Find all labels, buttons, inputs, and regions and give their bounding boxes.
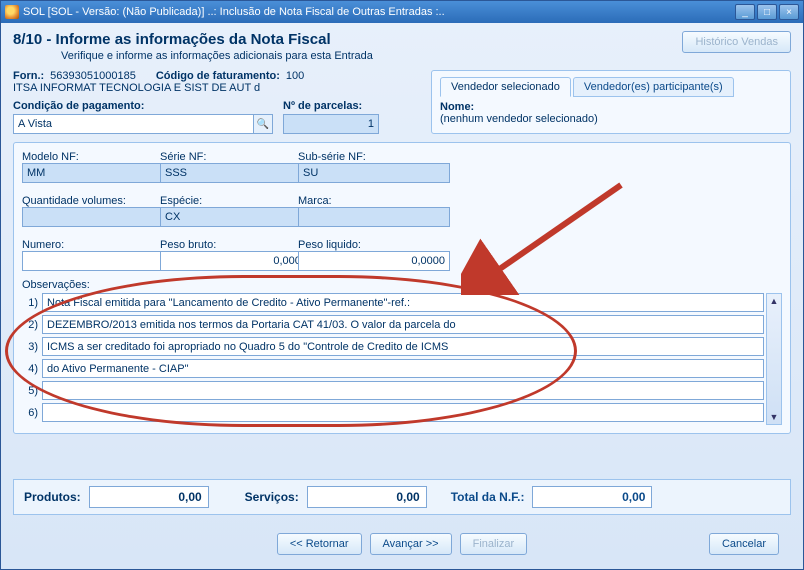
- cancelar-button[interactable]: Cancelar: [709, 533, 779, 555]
- serie-input: [160, 163, 312, 183]
- numero-label: Numero:: [22, 239, 64, 251]
- forn-value: 56393051000185: [50, 70, 136, 82]
- especie-input: [160, 207, 312, 227]
- totals-bar: Produtos: 0,00 Serviços: 0,00 Total da N…: [13, 479, 791, 515]
- qtdvol-label: Quantidade volumes:: [22, 195, 126, 207]
- app-icon: [5, 5, 19, 19]
- scroll-down-icon[interactable]: ▼: [770, 410, 779, 424]
- forn-label: Forn.:: [13, 70, 44, 82]
- obs-scrollbar[interactable]: ▲ ▼: [766, 293, 782, 425]
- obs-input-6[interactable]: [42, 403, 764, 422]
- obs-input-2[interactable]: [42, 315, 764, 334]
- scroll-up-icon[interactable]: ▲: [770, 294, 779, 308]
- finalizar-button[interactable]: Finalizar: [460, 533, 528, 555]
- obs-num-1: 1): [22, 297, 38, 309]
- vendor-nome-value: (nenhum vendedor selecionado): [440, 113, 598, 125]
- pesol-input[interactable]: [298, 251, 450, 271]
- nf-fields-panel: Modelo NF: Série NF: Sub-série NF: Quant…: [13, 142, 791, 434]
- servicos-value: 0,00: [307, 486, 427, 508]
- produtos-value: 0,00: [89, 486, 209, 508]
- obs-input-5[interactable]: [42, 381, 764, 400]
- cond-lookup-button[interactable]: 🔍: [253, 114, 273, 134]
- marca-input: [298, 207, 450, 227]
- codfat-value: 100: [286, 70, 304, 82]
- pesol-label: Peso liquido:: [298, 239, 361, 251]
- tab-vendedor-selecionado[interactable]: Vendedor selecionado: [440, 77, 571, 97]
- pesob-input[interactable]: [160, 251, 312, 271]
- tab-vendedores-participantes[interactable]: Vendedor(es) participante(s): [573, 77, 734, 97]
- window-title: SOL [SOL - Versão: (Não Publicada)] ..: …: [23, 6, 735, 18]
- content-area: 8/10 - Informe as informações da Nota Fi…: [1, 23, 803, 523]
- numero-input[interactable]: [22, 251, 174, 271]
- serie-label: Série NF:: [160, 151, 206, 163]
- minimize-button[interactable]: _: [735, 4, 755, 20]
- modelo-input: [22, 163, 174, 183]
- especie-label: Espécie:: [160, 195, 202, 207]
- page-title: 8/10 - Informe as informações da Nota Fi…: [13, 31, 670, 48]
- modelo-label: Modelo NF:: [22, 151, 79, 163]
- pesob-label: Peso bruto:: [160, 239, 216, 251]
- close-button[interactable]: ×: [779, 4, 799, 20]
- produtos-label: Produtos:: [24, 490, 81, 504]
- obs-input-3[interactable]: [42, 337, 764, 356]
- parc-label: Nº de parcelas:: [283, 100, 379, 112]
- marca-label: Marca:: [298, 195, 332, 207]
- obs-input-1[interactable]: [42, 293, 764, 312]
- historico-vendas-button[interactable]: Histórico Vendas: [682, 31, 791, 53]
- servicos-label: Serviços:: [245, 490, 299, 504]
- obs-num-5: 5): [22, 385, 38, 397]
- app-window: SOL [SOL - Versão: (Não Publicada)] ..: …: [0, 0, 804, 570]
- titlebar: SOL [SOL - Versão: (Não Publicada)] ..: …: [1, 1, 803, 23]
- cond-input[interactable]: [13, 114, 254, 134]
- obs-num-6: 6): [22, 407, 38, 419]
- vendor-nome-label: Nome:: [440, 101, 474, 113]
- subserie-label: Sub-série NF:: [298, 151, 366, 163]
- obs-num-3: 3): [22, 341, 38, 353]
- total-nf-label: Total da N.F.:: [451, 490, 525, 504]
- obs-label: Observações:: [22, 279, 782, 291]
- footer: << Retornar Avançar >> Finalizar Cancela…: [1, 523, 803, 569]
- obs-list: 1) 2) 3) 4) 5) 6): [22, 293, 764, 425]
- subserie-input: [298, 163, 450, 183]
- cond-label: Condição de pagamento:: [13, 100, 273, 112]
- maximize-button[interactable]: □: [757, 4, 777, 20]
- avancar-button[interactable]: Avançar >>: [370, 533, 452, 555]
- qtdvol-input: [22, 207, 174, 227]
- retornar-button[interactable]: << Retornar: [277, 533, 362, 555]
- vendor-panel: Vendedor selecionado Vendedor(es) partic…: [431, 70, 791, 134]
- total-nf-value: 0,00: [532, 486, 652, 508]
- obs-num-4: 4): [22, 363, 38, 375]
- parc-input: [283, 114, 379, 134]
- codfat-label: Código de faturamento:: [156, 70, 280, 82]
- obs-num-2: 2): [22, 319, 38, 331]
- page-subtitle: Verifique e informe as informações adici…: [61, 50, 670, 62]
- forn-name: ITSA INFORMAT TECNOLOGIA E SIST DE AUT d: [13, 82, 260, 94]
- obs-input-4[interactable]: [42, 359, 764, 378]
